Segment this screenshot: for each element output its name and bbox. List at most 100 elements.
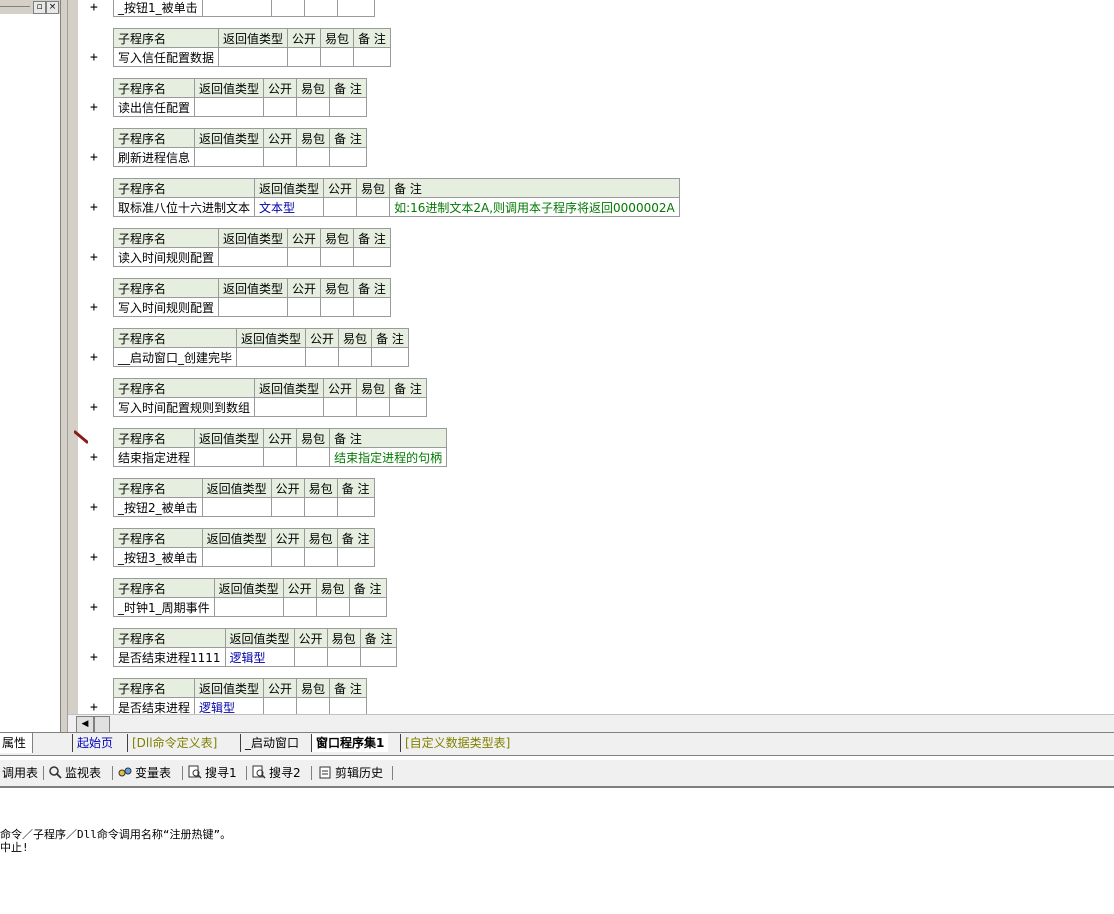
note-cell[interactable] — [353, 247, 391, 267]
horizontal-scrollbar[interactable]: ◀ — [68, 714, 1114, 733]
easy-pack-cell[interactable] — [320, 297, 355, 317]
tab-start-page[interactable]: 起始页 — [72, 734, 117, 752]
variable-table-button[interactable]: 变量表 — [118, 764, 171, 782]
subroutine-name[interactable]: 刷新进程信息 — [112, 147, 196, 167]
tab-window-assembly[interactable]: 窗口程序集1 — [311, 734, 389, 752]
public-cell[interactable] — [282, 597, 317, 617]
expand-icon[interactable]: + — [90, 100, 98, 115]
subroutine-name[interactable]: 写入时间配置规则到数组 — [112, 397, 256, 417]
scroll-left-icon[interactable]: ◀ — [76, 716, 94, 733]
expand-icon[interactable]: + — [90, 500, 98, 515]
note-cell[interactable] — [336, 547, 375, 567]
easy-pack-cell[interactable] — [296, 147, 331, 167]
easy-pack-cell[interactable] — [320, 47, 355, 67]
clip-history-button[interactable]: 剪辑历史 — [318, 764, 383, 782]
expand-icon[interactable]: + — [90, 250, 98, 265]
note-cell[interactable] — [348, 597, 387, 617]
note-cell[interactable] — [371, 347, 409, 367]
public-cell[interactable] — [270, 547, 305, 567]
easy-pack-cell[interactable] — [320, 247, 355, 267]
tab-properties[interactable]: 属性 — [0, 733, 33, 753]
expand-icon[interactable]: + — [90, 300, 98, 315]
return-type-cell[interactable] — [194, 147, 265, 167]
subroutine-name[interactable]: _时钟1_周期事件 — [113, 597, 215, 617]
subroutine-name[interactable]: _按钮1_被单击 — [113, 0, 203, 17]
close-icon[interactable]: × — [46, 1, 59, 14]
easy-pack-cell[interactable] — [356, 197, 391, 217]
note-cell[interactable] — [329, 97, 367, 117]
subroutine-name[interactable]: _按钮2_被单击 — [113, 497, 203, 517]
expand-icon[interactable]: + — [90, 200, 98, 215]
tab-startup-window[interactable]: _启动窗口 — [240, 734, 303, 752]
tab-dll-commands[interactable]: [Dll命令定义表] — [127, 734, 221, 752]
easy-pack-cell[interactable] — [356, 397, 391, 417]
public-cell[interactable] — [287, 247, 322, 267]
note-cell[interactable] — [336, 0, 375, 17]
easy-pack-cell[interactable] — [338, 347, 373, 367]
search2-button[interactable]: 搜寻2 — [252, 764, 301, 782]
public-cell[interactable] — [287, 47, 322, 67]
panel-splitter[interactable] — [61, 0, 68, 732]
public-cell[interactable] — [293, 647, 328, 667]
easy-pack-cell[interactable] — [296, 447, 331, 467]
public-cell[interactable] — [263, 697, 298, 714]
scroll-thumb[interactable] — [94, 716, 110, 733]
return-type-cell[interactable] — [194, 447, 265, 467]
easy-pack-cell[interactable] — [315, 597, 350, 617]
note-cell[interactable] — [359, 647, 398, 667]
return-type-cell[interactable] — [201, 0, 272, 17]
tab-custom-types[interactable]: [自定义数据类型表] — [400, 734, 514, 752]
expand-icon[interactable]: + — [90, 650, 98, 665]
note-cell[interactable] — [329, 147, 367, 167]
return-type-cell[interactable] — [218, 47, 289, 67]
subroutine-name[interactable]: 写入时间规则配置 — [112, 297, 220, 317]
public-cell[interactable] — [323, 397, 358, 417]
code-editor[interactable]: +子程序名返回值类型公开易包备 注_按钮1_被单击+子程序名返回值类型公开易包备… — [68, 0, 1114, 714]
subroutine-name[interactable]: 读入时间规则配置 — [112, 247, 220, 267]
subroutine-name[interactable]: 结束指定进程 — [112, 447, 196, 467]
subroutine-name[interactable]: __启动窗口_创建完毕 — [112, 347, 238, 367]
return-type-cell[interactable] — [236, 347, 307, 367]
expand-icon[interactable]: + — [90, 700, 98, 714]
subroutine-name[interactable]: 是否结束进程1111 — [113, 647, 226, 667]
subroutine-name[interactable]: _按钮3_被单击 — [113, 547, 203, 567]
return-type-cell[interactable] — [218, 297, 289, 317]
public-cell[interactable] — [270, 0, 305, 17]
search1-button[interactable]: 搜寻1 — [188, 764, 237, 782]
public-cell[interactable] — [270, 497, 305, 517]
return-type-cell[interactable] — [201, 497, 272, 517]
note-cell[interactable] — [389, 397, 427, 417]
expand-icon[interactable]: + — [90, 400, 98, 415]
return-type-cell[interactable] — [218, 247, 289, 267]
watch-table-button[interactable]: 监视表 — [48, 764, 101, 782]
note-cell[interactable] — [353, 47, 391, 67]
expand-icon[interactable]: + — [90, 50, 98, 65]
expand-icon[interactable]: + — [90, 150, 98, 165]
easy-pack-cell[interactable] — [326, 647, 361, 667]
public-cell[interactable] — [323, 197, 358, 217]
note-cell[interactable]: 结束指定进程的句柄 — [329, 447, 448, 467]
public-cell[interactable] — [263, 147, 298, 167]
expand-icon[interactable]: + — [90, 350, 98, 365]
note-cell[interactable] — [353, 297, 391, 317]
return-type-cell[interactable]: 文本型 — [254, 197, 325, 217]
return-type-cell[interactable] — [201, 547, 272, 567]
easy-pack-cell[interactable] — [303, 0, 338, 17]
restore-icon[interactable]: ▫ — [33, 1, 46, 14]
expand-icon[interactable]: + — [90, 600, 98, 615]
public-cell[interactable] — [263, 97, 298, 117]
easy-pack-cell[interactable] — [296, 697, 331, 714]
return-type-cell[interactable]: 逻辑型 — [194, 697, 265, 714]
subroutine-name[interactable]: 写入信任配置数据 — [112, 47, 220, 67]
note-cell[interactable] — [329, 697, 367, 714]
subroutine-name[interactable]: 是否结束进程 — [112, 697, 196, 714]
easy-pack-cell[interactable] — [303, 497, 338, 517]
return-type-cell[interactable]: 逻辑型 — [224, 647, 295, 667]
note-cell[interactable] — [336, 497, 375, 517]
note-cell[interactable]: 如:16进制文本2A,则调用本子程序将返回0000002A — [389, 197, 680, 217]
public-cell[interactable] — [305, 347, 340, 367]
easy-pack-cell[interactable] — [303, 547, 338, 567]
subroutine-name[interactable]: 取标准八位十六进制文本 — [112, 197, 256, 217]
expand-icon[interactable]: + — [90, 450, 98, 465]
return-type-cell[interactable] — [254, 397, 325, 417]
